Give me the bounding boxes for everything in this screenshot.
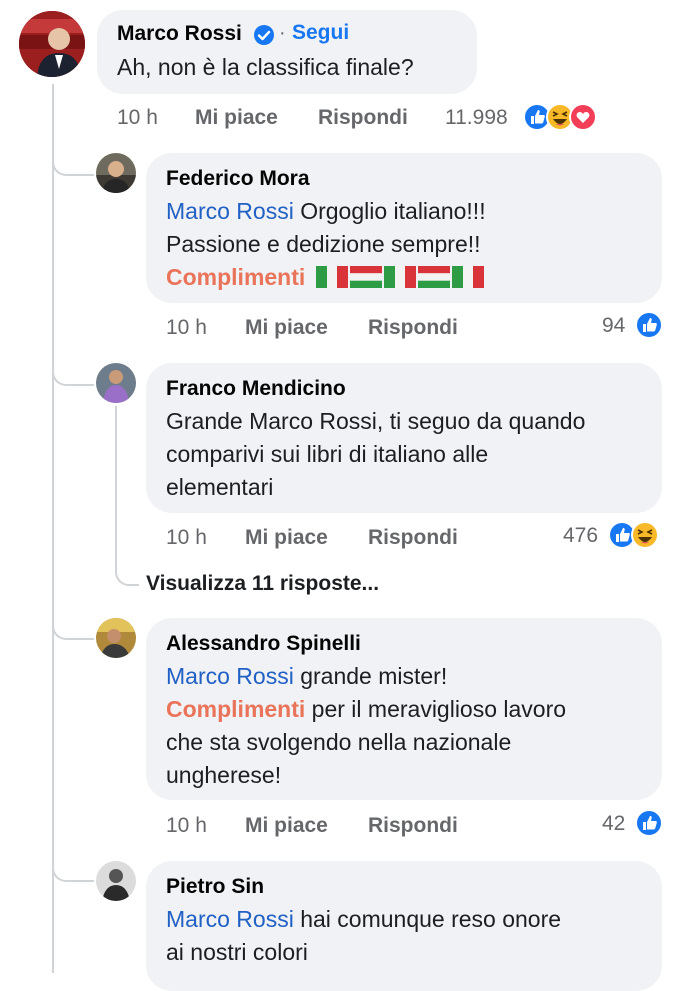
reply-3-reactions-count[interactable]: 42 — [602, 812, 625, 836]
reply-1-author[interactable]: Federico Mora — [166, 166, 310, 192]
reply-3-line-1: Marco Rossi grande mister! — [166, 663, 448, 689]
thread-elbow-sub — [115, 560, 139, 586]
reply-1-reactions[interactable] — [634, 310, 664, 340]
reply-3-line-2: Complimenti per il meraviglioso lavoro — [166, 696, 567, 722]
love-icon — [569, 103, 597, 131]
reply-1-line-1: Marco Rossi Orgoglio italiano!!! — [166, 198, 486, 224]
reply-3-time: 10 h — [166, 814, 207, 837]
reply-3-reply-button[interactable]: Rispondi — [368, 814, 458, 838]
reply-1-time: 10 h — [166, 316, 207, 339]
reply-2-line-2: comparivi sui libri di italiano alle — [166, 441, 489, 467]
main-like-button[interactable]: Mi piace — [195, 106, 278, 130]
reply-4-line-1: Marco Rossi hai comunque reso onore — [166, 906, 562, 932]
highlight-complimenti[interactable]: Complimenti — [166, 264, 305, 290]
reply-2-reactions[interactable] — [607, 520, 660, 550]
main-reply-button[interactable]: Rispondi — [318, 106, 408, 130]
reply-4-line-2: ai nostri colori — [166, 939, 308, 965]
thread-line-sub — [115, 406, 117, 566]
main-comment-time: 10 h — [117, 106, 158, 130]
italy-flag-icon — [315, 266, 348, 288]
avatar-pietro-sin[interactable] — [96, 861, 136, 901]
avatar-federico-mora[interactable] — [96, 153, 136, 193]
thread-elbow-3 — [52, 614, 94, 640]
reply-2-author[interactable]: Franco Mendicino — [166, 376, 346, 402]
like-icon — [635, 809, 663, 837]
mention-link[interactable]: Marco Rossi — [166, 906, 294, 932]
time-label: 10 h — [117, 106, 158, 129]
italy-flag-icon — [451, 266, 484, 288]
reply-1-line-3: Complimenti — [166, 261, 486, 294]
avatar-franco-mendicino[interactable] — [96, 363, 136, 403]
hungary-flag-icon — [417, 266, 450, 288]
reply-2-reply-button[interactable]: Rispondi — [368, 526, 458, 550]
main-comment-text: Ah, non è la classifica finale? — [117, 54, 414, 80]
reply-3-like-button[interactable]: Mi piace — [245, 814, 328, 838]
reply-3-text: Marco Rossi grande mister! Complimenti p… — [166, 660, 566, 792]
verified-icon — [253, 24, 275, 46]
thread-elbow-4 — [52, 856, 94, 882]
view-replies-link[interactable]: Visualizza 11 risposte... — [146, 572, 379, 596]
reply-3-reactions[interactable] — [634, 808, 664, 838]
reply-2-text: Grande Marco Rossi, ti seguo da quando c… — [166, 405, 585, 504]
reply-3-author[interactable]: Alessandro Spinelli — [166, 631, 361, 657]
avatar-alessandro-spinelli[interactable] — [96, 618, 136, 658]
haha-icon — [631, 521, 659, 549]
thread-line-main — [52, 84, 54, 973]
mention-link[interactable]: Marco Rossi — [166, 198, 294, 224]
italian-flags — [305, 264, 484, 290]
reply-1-like-button[interactable]: Mi piace — [245, 316, 328, 340]
reply-1-text: Marco Rossi Orgoglio italiano!!! Passion… — [166, 195, 486, 294]
follow-separator: · — [279, 22, 286, 44]
reply-2-line-3: elementari — [166, 474, 274, 500]
follow-link[interactable]: Segui — [292, 21, 349, 45]
avatar-marco-rossi[interactable] — [19, 11, 85, 77]
mention-link[interactable]: Marco Rossi — [166, 663, 294, 689]
reply-4-text: Marco Rossi hai comunque reso onore ai n… — [166, 903, 561, 969]
reply-3-line-4: ungherese! — [166, 762, 282, 788]
reply-2-line-1: Grande Marco Rossi, ti seguo da quando — [166, 408, 586, 434]
main-reactions[interactable] — [522, 102, 598, 132]
main-comment-author[interactable]: Marco Rossi — [117, 21, 242, 47]
hungary-flag-icon — [349, 266, 382, 288]
like-icon — [635, 311, 663, 339]
reply-4-author[interactable]: Pietro Sin — [166, 874, 264, 900]
thread-elbow-1 — [52, 150, 94, 176]
italy-flag-icon — [383, 266, 416, 288]
reply-1-reply-button[interactable]: Rispondi — [368, 316, 458, 340]
thread-elbow-2 — [52, 360, 94, 386]
reply-3-line-3: che sta svolgendo nella nazionale — [166, 729, 512, 755]
main-reactions-count[interactable]: 11.998 — [445, 106, 508, 130]
highlight-complimenti[interactable]: Complimenti — [166, 696, 305, 722]
reply-2-reactions-count[interactable]: 476 — [563, 524, 598, 548]
reply-2-time: 10 h — [166, 526, 207, 549]
reply-2-like-button[interactable]: Mi piace — [245, 526, 328, 550]
reply-1-line-2: Passione e dedizione sempre!! — [166, 231, 481, 257]
reply-1-reactions-count[interactable]: 94 — [602, 314, 625, 338]
